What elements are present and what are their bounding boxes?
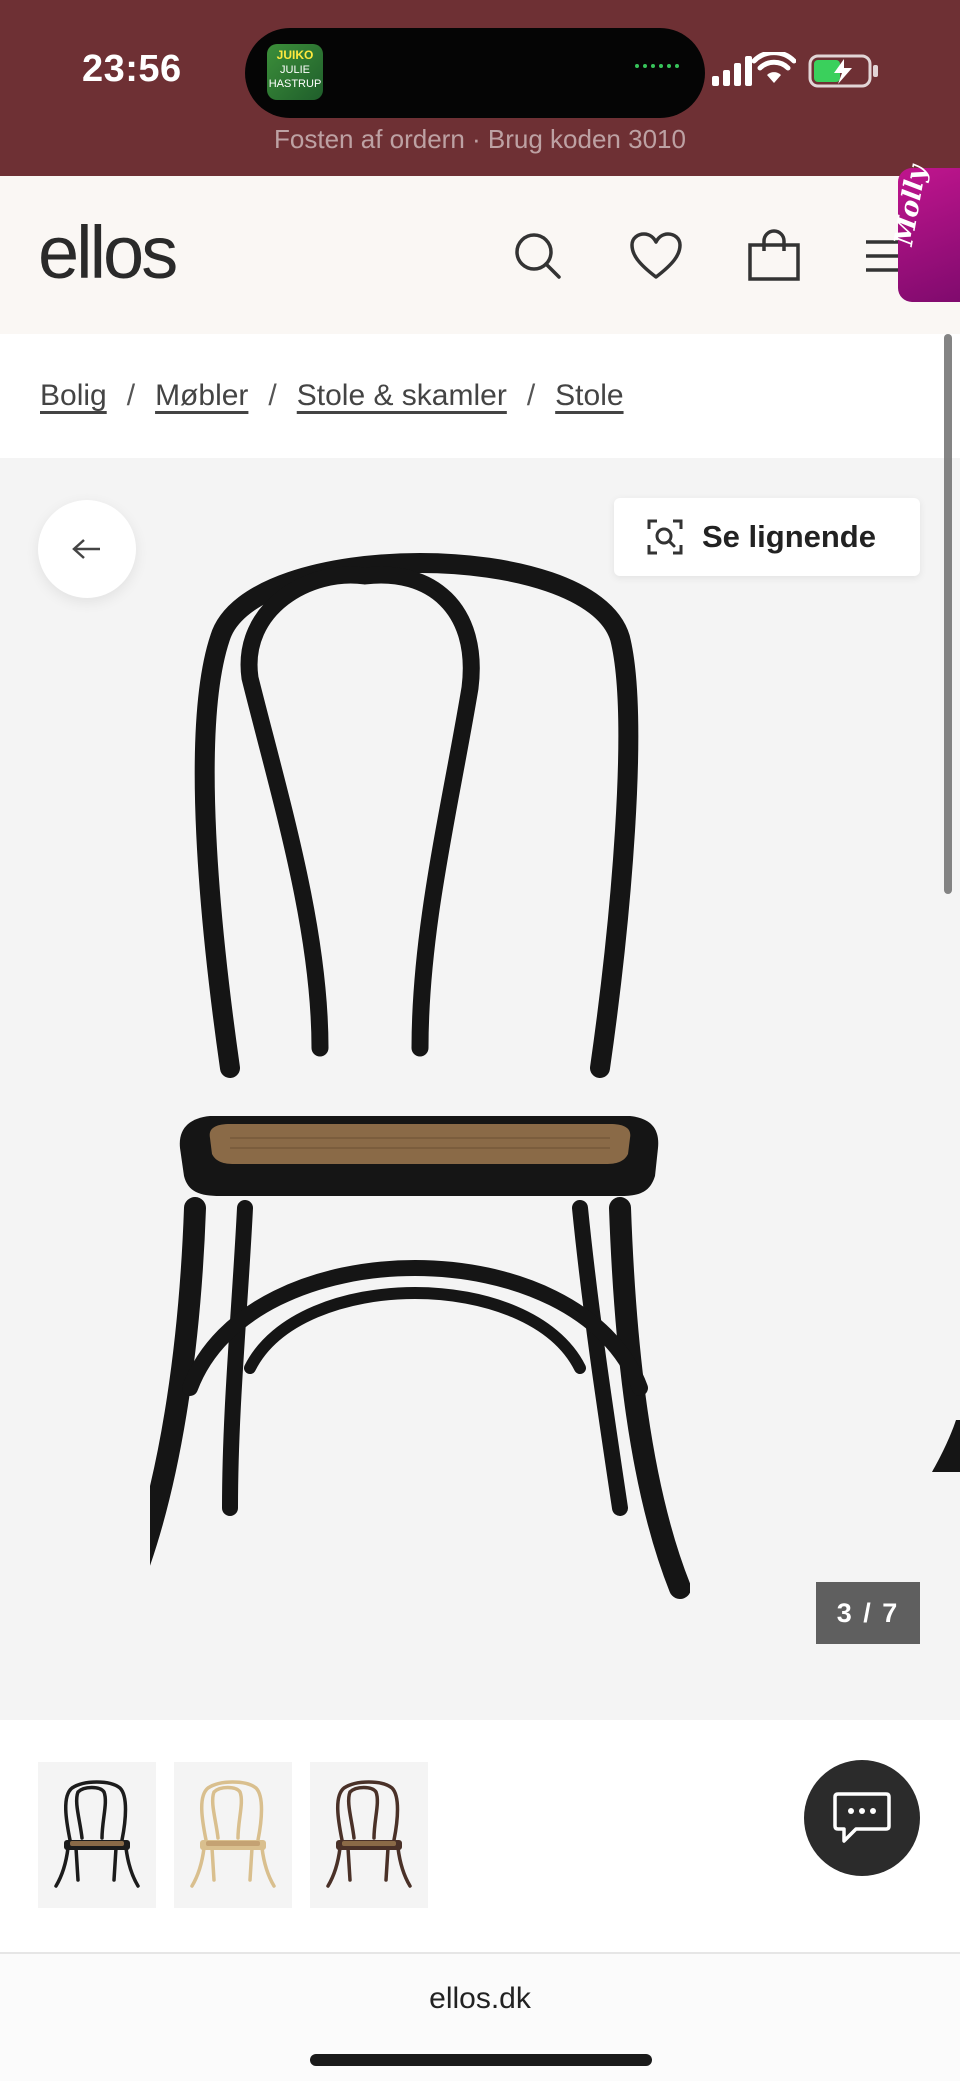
home-indicator[interactable] <box>310 2054 652 2066</box>
breadcrumb-stole-skamler[interactable]: Stole & skamler <box>297 379 507 413</box>
dynamic-island[interactable]: JUIKO JULIE HASTRUP <box>245 28 705 118</box>
site-logo[interactable]: ellos <box>38 210 178 295</box>
breadcrumb-separator: / <box>126 379 136 412</box>
url-text[interactable]: ellos.dk <box>0 1982 960 2016</box>
browser-address-bar[interactable]: ellos.dk <box>0 1952 960 2081</box>
now-playing-artwork: JUIKO JULIE HASTRUP <box>267 44 323 100</box>
search-button[interactable] <box>508 226 568 286</box>
molly-assistant-tab[interactable]: Molly <box>889 163 960 302</box>
product-page: { "status_bar": { "time": "23:56", "now_… <box>0 0 960 2081</box>
thumbnail-natural[interactable] <box>174 1762 292 1908</box>
promo-banner[interactable]: Fosten af ordern · Brug koden 3010 <box>0 124 960 154</box>
audio-waveform-icon <box>635 64 679 68</box>
site-header: ellos <box>0 176 960 334</box>
chair-thumbnail-image <box>190 1780 276 1888</box>
breadcrumb-stole[interactable]: Stole <box>555 379 623 413</box>
page-scrollbar[interactable] <box>944 334 952 894</box>
back-button[interactable] <box>38 500 136 598</box>
arrow-left-icon <box>72 539 100 559</box>
wifi-icon <box>752 52 796 83</box>
heart-icon <box>630 232 682 279</box>
chair-thumbnail-image <box>326 1780 412 1888</box>
artwork-line-1: JUIKO <box>276 48 314 62</box>
next-image-peek <box>932 1420 960 1472</box>
product-image-gallery[interactable]: Se lignende 3 / 7 <box>0 458 960 1720</box>
breadcrumb-mobler[interactable]: Møbler <box>155 379 248 413</box>
breadcrumb: Bolig / Møbler / Stole & skamler / Stole <box>0 334 960 458</box>
bag-icon <box>748 229 800 281</box>
chat-button[interactable] <box>804 1760 920 1876</box>
cellular-signal-icon <box>712 54 752 86</box>
chat-bubble-icon <box>833 1792 891 1843</box>
wishlist-button[interactable] <box>626 226 686 286</box>
chair-thumbnail-image <box>54 1780 140 1888</box>
thumbnail-strip <box>0 1720 960 1952</box>
thumbnail-black[interactable] <box>38 1762 156 1908</box>
status-bar: 23:56 JUIKO JULIE HASTRUP Fosten af orde… <box>0 0 960 176</box>
status-time: 23:56 <box>82 48 182 90</box>
artwork-line-3: HASTRUP <box>268 78 322 90</box>
search-icon <box>515 233 561 279</box>
thumbnail-brown[interactable] <box>310 1762 428 1908</box>
image-counter: 3 / 7 <box>816 1582 920 1644</box>
breadcrumb-separator: / <box>526 379 536 412</box>
product-image-chair <box>150 553 690 1599</box>
breadcrumb-separator: / <box>268 379 277 412</box>
cart-button[interactable] <box>744 226 804 286</box>
battery-charging-icon <box>808 54 878 88</box>
see-similar-label: Se lignende <box>702 519 876 554</box>
breadcrumb-bolig[interactable]: Bolig <box>40 379 107 413</box>
artwork-line-2: JULIE <box>280 64 310 76</box>
